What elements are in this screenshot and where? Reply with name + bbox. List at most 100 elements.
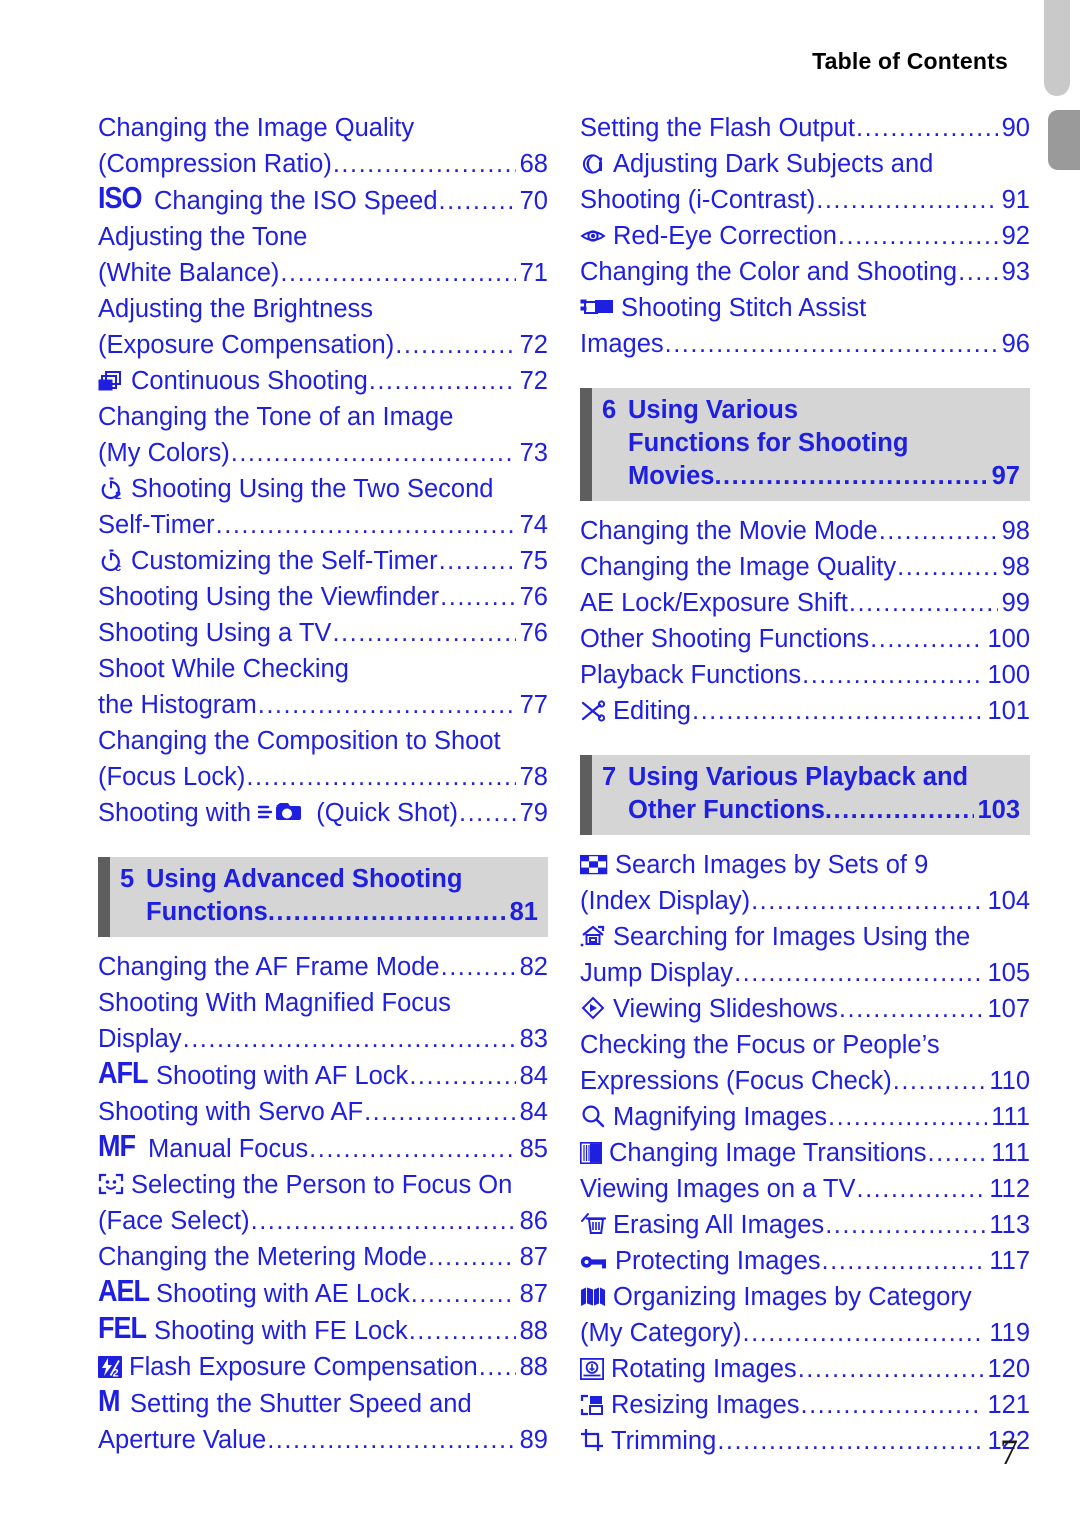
toc-entry[interactable]: AFLShooting with AF Lock................… — [98, 1056, 548, 1094]
toc-entry[interactable]: Protecting Images.......................… — [580, 1243, 1030, 1279]
toc-entry[interactable]: Changing the Color and Shooting.........… — [580, 254, 1030, 290]
toc-entry[interactable]: Shooting Stitch Assist..................… — [580, 290, 1030, 326]
toc-entry-label: Protecting Images — [580, 1243, 821, 1279]
toc-entry[interactable]: Display.................................… — [98, 1021, 548, 1057]
toc-entry[interactable]: Adjusting Dark Subjects and.............… — [580, 146, 1030, 182]
thumb-index-tab-strip — [1040, 0, 1080, 180]
toc-entry[interactable]: Continuous Shooting.....................… — [98, 363, 548, 399]
toc-entry[interactable]: Editing.................................… — [580, 693, 1030, 729]
toc-entry[interactable]: Shooting (i-Contrast)...................… — [580, 182, 1030, 218]
toc-entry[interactable]: cCustomizing the Self-Timer.............… — [98, 543, 548, 579]
toc-entry[interactable]: 2Flash Exposure Compensation............… — [98, 1349, 548, 1385]
toc-entry[interactable]: Changing the Image Quality..............… — [98, 110, 548, 146]
toc-entry[interactable]: Images..................................… — [580, 326, 1030, 362]
toc-leader-dots: ........................................… — [478, 1353, 516, 1381]
toc-entry[interactable]: Search Images by Sets of 9..............… — [580, 847, 1030, 883]
toc-leader-dots: ........................................… — [714, 462, 989, 490]
toc-entry[interactable]: Checking the Focus or People’s..........… — [580, 1027, 1030, 1063]
toc-entry[interactable]: Changing the Image Quality..............… — [580, 549, 1030, 585]
toc-leader-dots: ........................................… — [734, 959, 984, 987]
toc-leader-dots: ........................................… — [838, 995, 984, 1023]
toc-entry[interactable]: Setting the Flash Output................… — [580, 110, 1030, 146]
toc-entry[interactable]: (My Colors).............................… — [98, 435, 548, 471]
toc-entry[interactable]: Searching for Images Using the..........… — [580, 919, 1030, 955]
toc-entry[interactable]: Changing the AF Frame Mode..............… — [98, 949, 548, 985]
toc-entry[interactable]: Playback Functions......................… — [580, 657, 1030, 693]
toc-entry-page: 77 — [519, 691, 548, 719]
toc-entry[interactable]: 2Shooting Using the Two Second..........… — [98, 471, 548, 507]
toc-entry[interactable]: Shooting Using a TV.....................… — [98, 615, 548, 651]
toc-entry[interactable]: Expressions (Focus Check)...............… — [580, 1063, 1030, 1099]
toc-entry[interactable]: (Compression Ratio).....................… — [98, 146, 548, 182]
toc-chapter-line: Using Various...........................… — [628, 394, 1020, 427]
toc-entry[interactable]: Adjusting the Brightness................… — [98, 291, 548, 327]
toc-entry[interactable]: Selecting the Person to Focus On........… — [98, 1167, 548, 1203]
toc-entry[interactable]: Rotating Images.........................… — [580, 1351, 1030, 1387]
toc-entry[interactable]: AE Lock/Exposure Shift..................… — [580, 585, 1030, 621]
toc-entry[interactable]: Jump Display............................… — [580, 955, 1030, 991]
toc-entry[interactable]: (White Balance).........................… — [98, 255, 548, 291]
toc-entry[interactable]: Erasing All Images......................… — [580, 1207, 1030, 1243]
column-spacer — [580, 729, 1030, 755]
red-eye-correction-icon — [580, 225, 606, 247]
toc-leader-dots: ........................................… — [332, 619, 516, 647]
toc-entry[interactable]: Resizing Images.........................… — [580, 1387, 1030, 1423]
toc-entry-page: 84 — [519, 1062, 548, 1090]
toc-entry[interactable]: Other Shooting Functions................… — [580, 621, 1030, 657]
toc-entry[interactable]: Changing the Movie Mode.................… — [580, 513, 1030, 549]
toc-entry[interactable]: Changing the Metering Mode..............… — [98, 1239, 548, 1275]
toc-entry[interactable]: (Index Display).........................… — [580, 883, 1030, 919]
toc-entry[interactable]: Changing Image Transitions..............… — [580, 1135, 1030, 1171]
page-number: 7 — [1000, 1432, 1018, 1472]
toc-entry[interactable]: Changing the Tone of an Image...........… — [98, 399, 548, 435]
toc-entry[interactable]: Shooting Using the Viewfinder...........… — [98, 579, 548, 615]
toc-entry[interactable]: Shooting With Magnified Focus...........… — [98, 985, 548, 1021]
flash-exposure-comp-icon: 2 — [98, 1356, 122, 1378]
toc-chapter-header[interactable]: 5 Using Advanced Shooting................… — [98, 857, 548, 937]
toc-leader-dots: ........................................… — [332, 150, 516, 178]
toc-entry[interactable]: Changing the Composition to Shoot.......… — [98, 723, 548, 759]
toc-chapter-number: 5 — [120, 865, 135, 893]
toc-entry-label: (White Balance) — [98, 259, 280, 287]
toc-entry[interactable]: Self-Timer..............................… — [98, 507, 548, 543]
toc-entry[interactable]: (Focus Lock)............................… — [98, 759, 548, 795]
toc-entry[interactable]: Shoot While Checking....................… — [98, 651, 548, 687]
toc-entry-label: Continuous Shooting — [98, 363, 368, 399]
toc-entry[interactable]: Shooting with (Quick Shot)..............… — [98, 795, 548, 831]
toc-entry[interactable]: Shooting with Servo AF..................… — [98, 1094, 548, 1130]
toc-entry[interactable]: ISOChanging the ISO Speed...............… — [98, 181, 548, 219]
toc-entry[interactable]: MSetting the Shutter Speed and..........… — [98, 1384, 548, 1422]
toc-entry[interactable]: Organizing Images by Category...........… — [580, 1279, 1030, 1315]
toc-entry[interactable]: MFManual Focus..........................… — [98, 1129, 548, 1167]
toc-entry[interactable]: (Exposure Compensation).................… — [98, 327, 548, 363]
rotate-images-icon — [580, 1358, 604, 1380]
toc-entry[interactable]: Trimming................................… — [580, 1423, 1030, 1459]
toc-entry[interactable]: (Face Select)...........................… — [98, 1203, 548, 1239]
toc-chapter-header[interactable]: 7 Using Various Playback and.............… — [580, 755, 1030, 835]
jump-display-icon — [580, 924, 606, 948]
column-spacer — [580, 362, 1030, 388]
toc-leader-dots: ........................................… — [409, 1062, 515, 1090]
toc-entry-label: Selecting the Person to Focus On — [98, 1167, 545, 1203]
toc-entry[interactable]: AELShooting with AE Lock................… — [98, 1274, 548, 1312]
toc-entry[interactable]: Red-Eye Correction......................… — [580, 218, 1030, 254]
toc-entry[interactable]: Aperture Value..........................… — [98, 1422, 548, 1458]
toc-entry-page: 110 — [989, 1067, 1030, 1095]
toc-entry-label: (Index Display) — [580, 887, 751, 915]
toc-entry-label: c Customizing the Self-Timer — [98, 543, 438, 579]
thumb-index-tab-next — [1048, 110, 1080, 170]
toc-chapter-label: Other Functions — [628, 796, 825, 824]
toc-chapter-header[interactable]: 6 Using Various..........................… — [580, 388, 1030, 501]
toc-entry[interactable]: Magnifying Images.......................… — [580, 1099, 1030, 1135]
toc-entry[interactable]: Viewing Images on a TV..................… — [580, 1171, 1030, 1207]
toc-entry[interactable]: Viewing Slideshows......................… — [580, 991, 1030, 1027]
toc-chapter-label: Functions for Shooting — [628, 429, 909, 457]
toc-entry-label: Editing — [580, 693, 691, 729]
toc-entry-label: Viewing Images on a TV — [580, 1175, 856, 1203]
toc-entry[interactable]: the Histogram...........................… — [98, 687, 548, 723]
toc-entry[interactable]: Adjusting the Tone......................… — [98, 219, 548, 255]
toc-entry[interactable]: FELShooting with FE Lock................… — [98, 1311, 548, 1349]
toc-entry[interactable]: (My Category)...........................… — [580, 1315, 1030, 1351]
column-spacer — [98, 937, 548, 949]
fe-lock-icon: FEL — [98, 1311, 147, 1345]
